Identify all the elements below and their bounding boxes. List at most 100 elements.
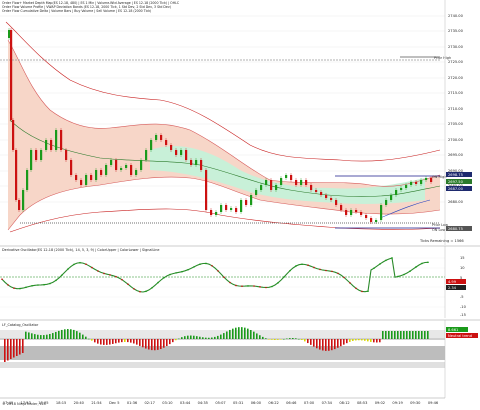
price-tick: 2740.00 — [448, 14, 464, 18]
histogram-bar — [43, 335, 45, 339]
histogram-bar — [283, 338, 285, 340]
histogram-bar — [136, 339, 138, 345]
histogram-bar — [88, 338, 90, 340]
price-tick: 2725.00 — [448, 60, 464, 64]
histogram-bar — [211, 337, 213, 339]
candle — [185, 148, 188, 162]
histogram-bar — [31, 333, 33, 339]
histogram-bar — [406, 331, 408, 339]
histogram-bar — [112, 339, 114, 344]
candle — [22, 188, 25, 212]
candle — [205, 168, 208, 212]
osc-tag-b-value: 2.34 — [448, 286, 457, 290]
gray-zone-middle — [0, 346, 445, 360]
histogram-bar — [298, 338, 300, 340]
oscillator-dot — [343, 276, 345, 279]
histogram-bar — [250, 329, 252, 339]
candle — [210, 208, 213, 217]
time-tick: 08:53 — [357, 401, 367, 405]
histogram-bar — [268, 339, 270, 340]
oscillator-dot — [373, 267, 375, 269]
histogram-bar — [397, 331, 399, 339]
catalog-axis: 8.661 Neutral trend — [444, 320, 478, 398]
histogram-bar — [409, 331, 411, 339]
histogram-bar — [292, 338, 294, 339]
histogram-bar — [13, 339, 15, 358]
histogram-bar — [97, 339, 99, 344]
oscillator-dot — [1, 278, 3, 280]
candle — [235, 206, 238, 214]
oscillator-dot — [175, 272, 177, 274]
candle — [285, 173, 288, 180]
oscillator-title: Derivative Oscillator(ES 12-18 (2000 Tic… — [2, 248, 160, 252]
candle — [245, 198, 248, 207]
oscillator-dot — [277, 282, 279, 284]
histogram-bar — [235, 327, 237, 339]
candle — [230, 206, 233, 212]
histogram-bar — [316, 339, 318, 349]
histogram-bar — [229, 329, 231, 339]
histogram-bar — [91, 339, 93, 341]
histogram-bar — [427, 331, 429, 339]
histogram-bar — [226, 331, 228, 339]
catalog-oscillator-panel[interactable]: LF_Catalog_Oscillator 8.661 Neutral tren… — [0, 320, 478, 398]
candle — [45, 138, 48, 152]
oscillator-dot — [7, 284, 9, 286]
histogram-bar — [94, 339, 96, 343]
oscillator-dot — [19, 287, 21, 290]
histogram-bar — [199, 336, 201, 339]
histogram-bar — [163, 339, 165, 348]
histogram-bar — [244, 327, 246, 339]
candle — [140, 158, 143, 172]
price-tick: 2735.00 — [448, 29, 464, 33]
ovn-low-label: ON Low — [432, 228, 446, 232]
histogram-bar — [142, 339, 144, 348]
oscillator-dot — [127, 283, 129, 286]
oscillator-panel[interactable]: Derivative Oscillator(ES 12-18 (2000 Tic… — [0, 246, 467, 318]
histogram-bar — [232, 328, 234, 339]
candle — [105, 163, 108, 177]
oscillator-dot — [415, 266, 417, 268]
oscillator-dot — [79, 261, 81, 264]
candle — [85, 173, 88, 187]
oscillator-dot — [43, 283, 45, 286]
histogram-bar — [40, 335, 42, 339]
histogram-bar — [127, 339, 129, 343]
histogram-bar — [418, 331, 420, 339]
candle — [250, 193, 253, 207]
time-tick: 02:17 — [145, 401, 155, 405]
histogram-bar — [424, 331, 426, 339]
histogram-bar — [46, 334, 48, 339]
histogram-bar — [7, 339, 9, 361]
histogram-bar — [193, 335, 195, 339]
catalog-tag-a-value: 8.661 — [448, 328, 458, 332]
candle — [8, 28, 11, 40]
time-tick: 07:00 — [304, 401, 315, 405]
oscillator-dot — [385, 259, 387, 262]
histogram-bar — [394, 331, 396, 339]
oscillator-dot — [37, 284, 39, 286]
oscillator-dot — [85, 263, 87, 265]
time-tick: 05:07 — [215, 401, 225, 405]
price-tag-b-value: 2687.00 — [448, 187, 464, 191]
oscillator-dot — [61, 274, 63, 276]
chart-canvas[interactable]: Prior High ON High Prior Low ON Low Tick… — [0, 0, 480, 410]
histogram-bar — [16, 339, 18, 356]
histogram-bar — [34, 334, 36, 339]
histogram-bar — [253, 331, 255, 339]
histogram-bar — [295, 338, 297, 339]
price-panel[interactable]: Prior High ON High Prior Low ON Low Tick… — [0, 0, 472, 245]
time-tick: 06:00 — [251, 401, 262, 405]
oscillator-dot — [205, 262, 207, 265]
price-tick: 2700.00 — [448, 138, 464, 142]
candle — [40, 148, 43, 162]
histogram-bar — [19, 339, 21, 355]
candle — [145, 148, 148, 162]
osc-tag-a-value: 4.99 — [448, 280, 457, 284]
oscillator-dot — [409, 270, 411, 273]
histogram-bar — [76, 331, 78, 339]
histogram-bar — [70, 329, 72, 339]
candle — [365, 213, 368, 220]
oscillator-dot — [331, 270, 333, 273]
time-tick: 03:10 — [162, 401, 173, 405]
